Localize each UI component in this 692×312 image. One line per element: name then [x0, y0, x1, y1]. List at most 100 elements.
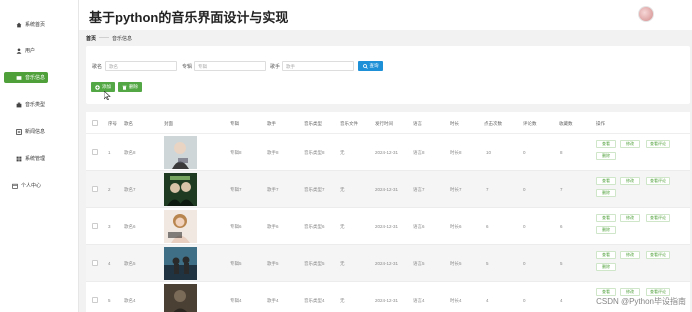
cell-date: 2024-12-31: [375, 224, 399, 229]
breadcrumb-separator: ——: [99, 35, 110, 41]
view-comments-button[interactable]: 查看评论: [646, 177, 670, 185]
table-row[interactable]: 4 歌名5 专辑5 歌手5 音乐类型5 无 2024-12-31 语言5 时长5…: [86, 245, 690, 282]
table-row[interactable]: 1 歌名8 专辑8 歌手8 音乐类型8 无 2024-12-31 语言8 时长8…: [86, 134, 690, 171]
add-button[interactable]: 添加: [91, 82, 115, 92]
view-button[interactable]: 查看: [596, 177, 616, 185]
row-checkbox[interactable]: [92, 297, 98, 303]
album-input[interactable]: 专辑: [194, 61, 266, 71]
col-header-album[interactable]: 专辑: [230, 121, 239, 127]
sidebar-item-profile[interactable]: 个人中心: [4, 180, 48, 191]
col-header-clicks[interactable]: 点击次数: [484, 121, 502, 127]
col-header-comments[interactable]: 评论数: [523, 121, 537, 127]
sidebar-item-home[interactable]: 系统首页: [4, 19, 48, 30]
breadcrumb-home[interactable]: 首页: [86, 35, 96, 42]
delete-button[interactable]: 删除: [118, 82, 142, 92]
cell-favs: 4: [560, 298, 563, 303]
view-comments-button[interactable]: 查看评论: [646, 251, 670, 259]
cell-type: 音乐类型6: [304, 224, 325, 229]
cover-image[interactable]: [164, 173, 197, 206]
cover-image[interactable]: [164, 136, 197, 169]
delete-row-button[interactable]: 删除: [596, 226, 616, 234]
cell-comments: 0: [523, 150, 526, 155]
cell-duration: 时长8: [450, 150, 462, 155]
name-input[interactable]: 歌名: [105, 61, 177, 71]
col-header-type[interactable]: 音乐类型: [304, 121, 322, 127]
view-comments-button[interactable]: 查看评论: [646, 288, 670, 296]
edit-button[interactable]: 修改: [620, 214, 640, 222]
avatar[interactable]: [638, 6, 654, 22]
name-label: 歌名: [92, 64, 103, 70]
delete-row-button[interactable]: 删除: [596, 263, 616, 271]
news-icon: [16, 128, 22, 135]
cell-type: 音乐类型7: [304, 187, 325, 192]
delete-row-button[interactable]: 删除: [596, 189, 616, 197]
col-header-singer[interactable]: 歌手: [267, 121, 276, 127]
sidebar-item-label: 新闻信息: [25, 129, 46, 135]
view-button[interactable]: 查看: [596, 251, 616, 259]
cell-favs: 5: [560, 261, 563, 266]
app-root: 系统首页 用户 音乐信息 音乐类型 新闻信息 系统管理 个人中心 基于pytho…: [0, 0, 692, 312]
delete-row-button[interactable]: 删除: [596, 152, 616, 160]
category-icon: [16, 102, 22, 107]
cell-clicks: 7: [486, 187, 489, 192]
col-header-file[interactable]: 音乐文件: [340, 121, 358, 127]
table-row[interactable]: 2 歌名7 专辑7 歌手7 音乐类型7 无 2024-12-31 语言7 时长7…: [86, 171, 690, 208]
cell-album: 专辑5: [230, 261, 242, 266]
search-button[interactable]: 查询: [358, 61, 383, 71]
cell-lang: 语言7: [413, 187, 425, 192]
col-header-lang[interactable]: 语言: [413, 121, 422, 127]
music-icon: [16, 75, 22, 80]
edit-button[interactable]: 修改: [620, 177, 640, 185]
cell-singer: 歌手6: [267, 224, 279, 229]
cell-no: 3: [108, 224, 111, 229]
sidebar-item-music[interactable]: 音乐信息: [4, 72, 48, 83]
sidebar-item-user[interactable]: 用户: [4, 45, 48, 56]
edit-button[interactable]: 修改: [620, 251, 640, 259]
add-button-label: 添加: [102, 84, 111, 89]
view-button[interactable]: 查看: [596, 288, 616, 296]
user-icon: [16, 47, 22, 54]
cell-album: 专辑8: [230, 150, 242, 155]
cell-name: 歌名7: [124, 187, 136, 192]
col-header-name[interactable]: 歌名: [124, 121, 133, 127]
album-label: 专辑: [182, 64, 193, 70]
row-checkbox[interactable]: [92, 149, 98, 155]
cover-image[interactable]: [164, 247, 197, 280]
view-button[interactable]: 查看: [596, 214, 616, 222]
cell-singer: 歌手5: [267, 261, 279, 266]
row-checkbox[interactable]: [92, 260, 98, 266]
singer-label: 歌手: [270, 64, 281, 70]
table-row[interactable]: 3 歌名6 专辑6 歌手6 音乐类型6 无 2024-12-31 语言6 时长6…: [86, 208, 690, 245]
cell-date: 2024-12-31: [375, 150, 399, 155]
cover-image[interactable]: [164, 210, 197, 243]
col-header-cover: 封面: [164, 121, 173, 126]
col-header-favs[interactable]: 收藏数: [559, 121, 573, 127]
table-header: 序号 歌名 封面 专辑 歌手 音乐类型 音乐文件 发行时间 语言 时长 点击次数…: [86, 112, 690, 134]
view-button[interactable]: 查看: [596, 140, 616, 148]
edit-button[interactable]: 修改: [620, 140, 640, 148]
cell-singer: 歌手4: [267, 298, 279, 303]
cover-image[interactable]: [164, 284, 197, 312]
cell-clicks: 4: [486, 298, 489, 303]
col-header-duration[interactable]: 时长: [450, 121, 459, 127]
sidebar-item-system[interactable]: 系统管理: [4, 153, 48, 164]
cell-clicks: 5: [486, 261, 489, 266]
cell-clicks: 6: [486, 224, 489, 229]
sidebar-item-music-type[interactable]: 音乐类型: [4, 99, 48, 110]
sidebar-item-news[interactable]: 新闻信息: [4, 126, 48, 137]
cell-date: 2024-12-31: [375, 298, 399, 303]
singer-input[interactable]: 歌手: [282, 61, 354, 71]
col-header-date[interactable]: 发行时间: [375, 121, 393, 127]
cell-favs: 8: [560, 150, 563, 155]
view-comments-button[interactable]: 查看评论: [646, 214, 670, 222]
sidebar-item-label: 个人中心: [21, 183, 42, 189]
edit-button[interactable]: 修改: [620, 288, 640, 296]
sidebar: 系统首页 用户 音乐信息 音乐类型 新闻信息 系统管理 个人中心: [0, 0, 79, 312]
row-checkbox[interactable]: [92, 223, 98, 229]
select-all-checkbox[interactable]: [92, 120, 98, 126]
row-checkbox[interactable]: [92, 186, 98, 192]
trash-icon: [122, 85, 127, 90]
col-header-no[interactable]: 序号: [108, 121, 117, 127]
view-comments-button[interactable]: 查看评论: [646, 140, 670, 148]
plus-icon: [95, 84, 100, 90]
